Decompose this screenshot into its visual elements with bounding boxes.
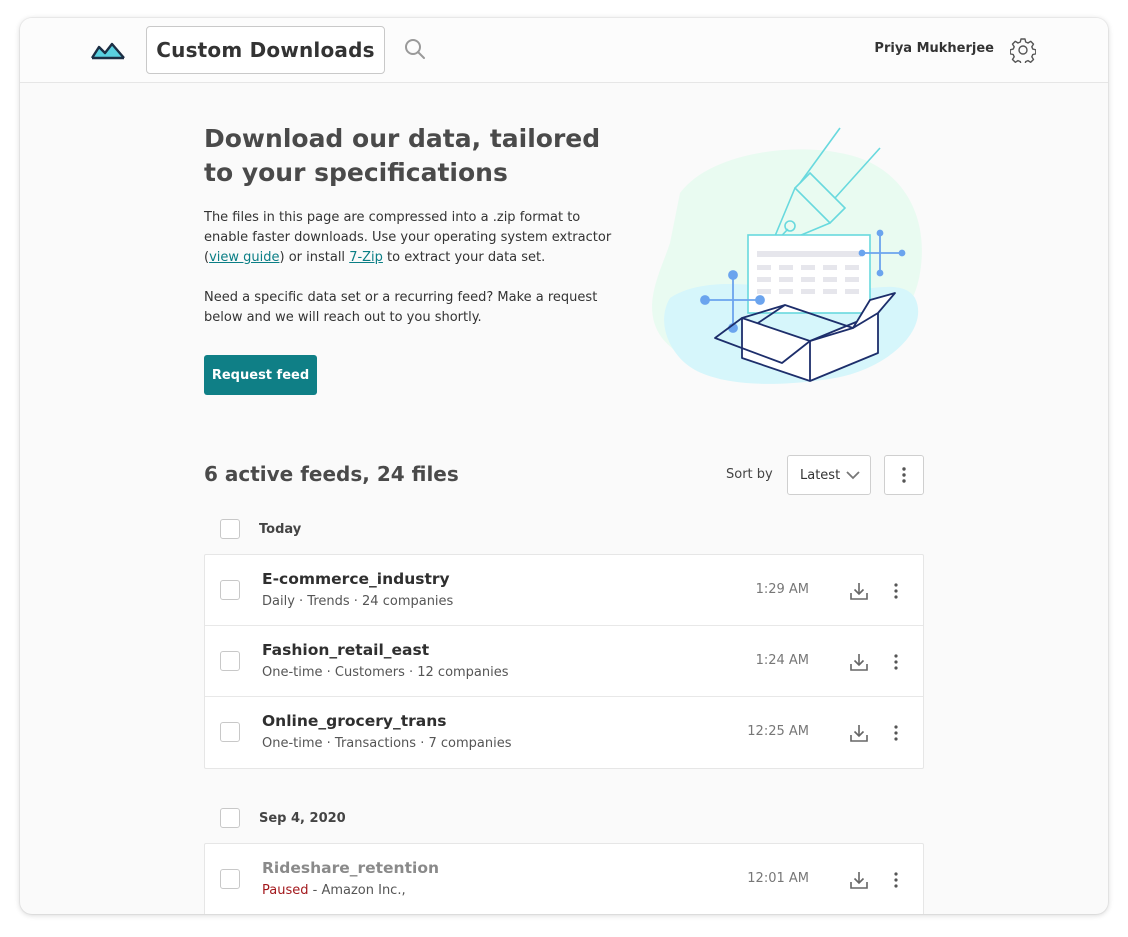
table-row[interactable]: Fashion_retail_east One-time · Customers…	[205, 626, 923, 697]
table-row[interactable]: Online_grocery_trans One-time · Transact…	[205, 697, 923, 768]
app-window: Custom Downloads Priya Mukherjee Downloa…	[20, 18, 1108, 914]
user-name[interactable]: Priya Mukherjee	[874, 41, 994, 56]
group-header-today: Today	[220, 518, 301, 540]
gear-icon[interactable]	[1010, 37, 1036, 63]
feed-meta: One-time · Transactions · 7 companies	[262, 736, 512, 751]
feed-name[interactable]: Rideshare_retention	[262, 859, 439, 877]
feed-name[interactable]: E-commerce_industry	[262, 570, 450, 588]
request-description: Need a specific data set or a recurring …	[204, 290, 598, 325]
feed-list-sep-4-2020: Rideshare_retention Paused - Amazon Inc.…	[204, 843, 924, 914]
sort-dropdown[interactable]: Latest	[787, 455, 871, 495]
feed-meta: One-time · Customers · 12 companies	[262, 665, 509, 680]
group-label: Sep 4, 2020	[259, 810, 346, 826]
chevron-down-icon	[846, 471, 860, 480]
hero-heading: Download our data, tailored to your spec…	[204, 124, 601, 187]
sort-value: Latest	[800, 467, 841, 483]
feed-name[interactable]: Fashion_retail_east	[262, 641, 429, 659]
feed-time: 12:01 AM	[747, 871, 809, 886]
download-icon[interactable]	[848, 722, 870, 744]
download-icon[interactable]	[848, 869, 870, 891]
row-checkbox[interactable]	[220, 722, 240, 742]
row-more-icon[interactable]	[889, 722, 903, 744]
table-row[interactable]: Rideshare_retention Paused - Amazon Inc.…	[205, 844, 923, 914]
row-checkbox[interactable]	[220, 580, 240, 600]
status-badge: Paused	[262, 883, 309, 898]
hero-description: The files in this page are compressed in…	[204, 210, 612, 265]
feed-list-today: E-commerce_industry Daily · Trends · 24 …	[204, 554, 924, 769]
row-more-icon[interactable]	[889, 869, 903, 891]
group-select-checkbox[interactable]	[220, 808, 240, 828]
group-select-checkbox[interactable]	[220, 519, 240, 539]
sort-label: Sort by	[726, 467, 773, 482]
group-label: Today	[259, 521, 302, 537]
page-title: Custom Downloads	[146, 26, 385, 74]
seven-zip-link[interactable]: 7-Zip	[349, 250, 383, 265]
top-bar: Custom Downloads Priya Mukherjee	[20, 18, 1108, 83]
feed-time: 1:29 AM	[755, 582, 809, 597]
data-box-illustration	[652, 127, 922, 384]
row-checkbox[interactable]	[220, 651, 240, 671]
row-more-icon[interactable]	[889, 580, 903, 602]
table-row[interactable]: E-commerce_industry Daily · Trends · 24 …	[205, 555, 923, 626]
view-guide-link[interactable]: view guide	[209, 250, 279, 265]
feed-time: 1:24 AM	[755, 653, 809, 668]
request-feed-button[interactable]: Request feed	[204, 355, 317, 395]
row-checkbox[interactable]	[220, 869, 240, 889]
logo-icon[interactable]	[90, 40, 126, 62]
feed-time: 12:25 AM	[747, 724, 809, 739]
feed-meta: Daily · Trends · 24 companies	[262, 594, 454, 609]
feed-name[interactable]: Online_grocery_trans	[262, 712, 447, 730]
search-icon[interactable]	[403, 37, 427, 61]
download-icon[interactable]	[848, 580, 870, 602]
download-icon[interactable]	[848, 651, 870, 673]
more-vertical-icon	[902, 467, 906, 483]
more-options-button[interactable]	[884, 455, 924, 495]
feed-meta: Paused - Amazon Inc.,	[262, 883, 406, 898]
feeds-summary: 6 active feeds, 24 files	[204, 462, 459, 486]
group-header-sep-4-2020: Sep 4, 2020	[220, 807, 346, 829]
row-more-icon[interactable]	[889, 651, 903, 673]
